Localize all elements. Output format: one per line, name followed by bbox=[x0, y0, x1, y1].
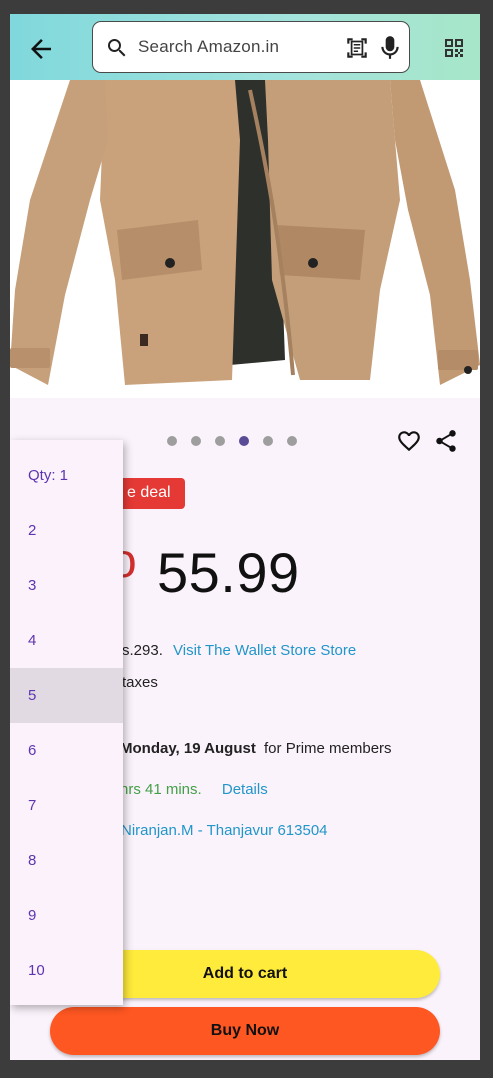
search-bar[interactable]: Search Amazon.in bbox=[92, 21, 410, 73]
delivery-line: Monday, 19 August for Prime members bbox=[120, 740, 392, 757]
countdown-text: hrs 41 mins. bbox=[120, 781, 202, 798]
qty-option[interactable]: 6 bbox=[10, 723, 123, 778]
countdown-line: hrs 41 mins. Details bbox=[120, 781, 268, 798]
carousel-dot[interactable] bbox=[167, 436, 177, 446]
delivery-suffix: for Prime members bbox=[264, 740, 392, 757]
carousel-dot[interactable] bbox=[287, 436, 297, 446]
qr-code-icon bbox=[445, 39, 463, 57]
buy-now-button[interactable]: Buy Now bbox=[50, 1007, 440, 1055]
qty-option[interactable]: 7 bbox=[10, 778, 123, 833]
app-screen: Search Amazon.in e deal o 55.99 s.293. V… bbox=[10, 14, 480, 1060]
quantity-dropdown-menu: Qty: 1 2 3 4 5 6 7 8 9 10 bbox=[10, 440, 123, 1005]
mic-icon[interactable] bbox=[380, 35, 400, 61]
qty-option[interactable]: Qty: 1 bbox=[10, 448, 123, 503]
jacket-image bbox=[10, 80, 480, 398]
heart-outline-icon bbox=[398, 431, 420, 452]
carousel-dot[interactable] bbox=[191, 436, 201, 446]
qty-option[interactable]: 2 bbox=[10, 503, 123, 558]
arrow-back-icon bbox=[31, 39, 51, 59]
deal-badge-text: e deal bbox=[127, 484, 171, 501]
search-placeholder[interactable]: Search Amazon.in bbox=[138, 37, 279, 57]
mrp-text: s.293. bbox=[122, 642, 163, 659]
qty-option-selected[interactable]: 5 bbox=[10, 668, 123, 723]
qty-option[interactable]: 4 bbox=[10, 613, 123, 668]
share-button[interactable] bbox=[433, 428, 459, 454]
qr-code-button[interactable] bbox=[442, 36, 466, 60]
details-link[interactable]: Details bbox=[222, 781, 268, 798]
qty-option[interactable]: 8 bbox=[10, 833, 123, 888]
address-link[interactable]: Niranjan.M - Thanjavur 613504 bbox=[121, 822, 328, 839]
top-bar: Search Amazon.in bbox=[10, 14, 480, 80]
product-price: 55.99 bbox=[157, 541, 300, 604]
qty-option[interactable]: 9 bbox=[10, 888, 123, 943]
carousel-dot-active[interactable] bbox=[239, 436, 249, 446]
wishlist-button[interactable] bbox=[396, 428, 422, 454]
share-icon bbox=[436, 430, 456, 452]
back-button[interactable] bbox=[26, 34, 56, 64]
qty-option[interactable]: 3 bbox=[10, 558, 123, 613]
store-link[interactable]: Visit The Wallet Store Store bbox=[173, 642, 356, 659]
mrp-line: s.293. Visit The Wallet Store Store bbox=[122, 642, 356, 659]
document-scanner-icon[interactable] bbox=[344, 35, 370, 61]
taxes-text: taxes bbox=[122, 674, 158, 691]
qty-option[interactable]: 10 bbox=[10, 943, 123, 998]
carousel-dot[interactable] bbox=[215, 436, 225, 446]
search-icon bbox=[108, 39, 126, 57]
carousel-dot[interactable] bbox=[263, 436, 273, 446]
product-image[interactable] bbox=[10, 80, 480, 398]
delivery-date: Monday, 19 August bbox=[120, 740, 256, 757]
